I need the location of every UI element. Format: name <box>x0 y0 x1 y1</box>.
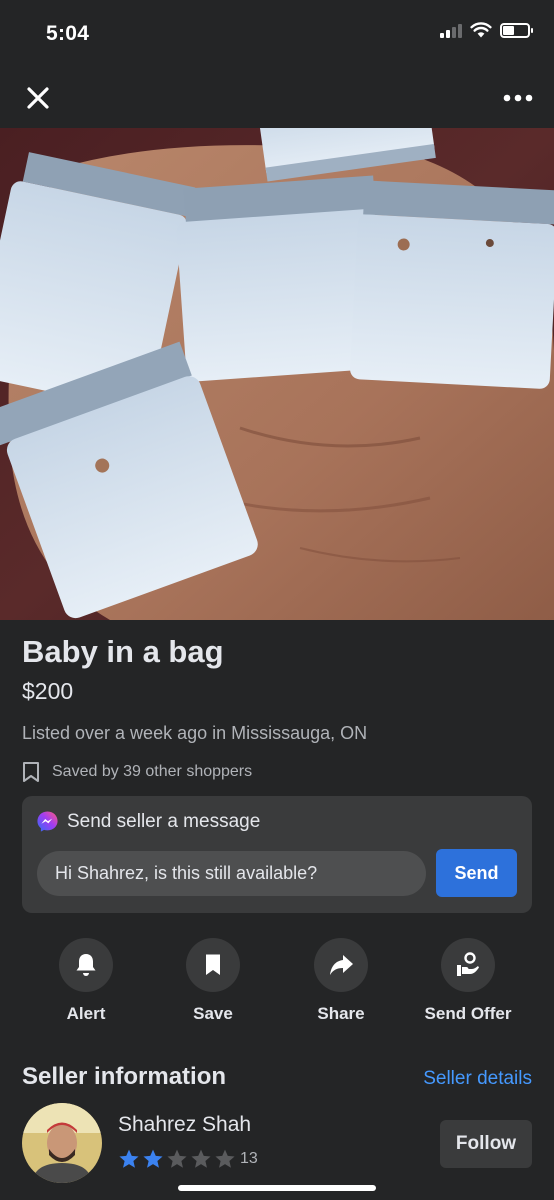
close-button[interactable] <box>18 78 58 118</box>
seller-info-heading: Seller information <box>22 1063 227 1090</box>
message-heading-row: Send seller a message <box>36 810 260 833</box>
bookmark-outline-icon <box>23 762 39 782</box>
avatar[interactable] <box>22 1103 102 1183</box>
listing-price: $200 <box>22 678 74 704</box>
save-button[interactable] <box>186 938 240 992</box>
wifi-icon <box>470 22 492 38</box>
listing-photo-image <box>0 128 554 620</box>
saved-count-row: Saved by 39 other shoppers <box>22 761 252 783</box>
action-row: Alert Save Share Send Offer <box>0 938 554 1028</box>
cellular-signal-icon <box>440 22 462 38</box>
status-icons <box>440 22 533 38</box>
star-filled-icon <box>143 1149 163 1168</box>
messenger-icon <box>37 811 58 832</box>
message-heading: Send seller a message <box>67 810 261 832</box>
message-input[interactable]: Hi Shahrez, is this still available? <box>37 851 426 896</box>
rating-count: 13 <box>240 1150 258 1167</box>
star-empty-icon <box>215 1149 235 1168</box>
share-button[interactable] <box>314 938 368 992</box>
listing-location: Listed over a week ago in Mississauga, O… <box>22 723 368 743</box>
star-empty-icon <box>191 1149 211 1168</box>
save-label: Save <box>193 1004 233 1023</box>
alert-action[interactable]: Alert <box>26 938 146 1024</box>
seller-rating: 13 <box>118 1148 258 1170</box>
close-icon <box>27 87 49 109</box>
status-time: 5:04 <box>46 22 90 45</box>
message-seller-card: Send seller a message Hi Shahrez, is thi… <box>22 796 532 913</box>
star-filled-icon <box>119 1149 139 1168</box>
follow-button[interactable]: Follow <box>440 1120 532 1168</box>
share-label: Share <box>317 1004 365 1023</box>
save-action[interactable]: Save <box>153 938 273 1024</box>
send-offer-label: Send Offer <box>424 1004 512 1023</box>
alert-button[interactable] <box>59 938 113 992</box>
seller-avatar-image <box>22 1103 102 1183</box>
saved-count-text: Saved by 39 other shoppers <box>52 763 253 780</box>
bookmark-icon <box>206 954 220 975</box>
seller-details-link[interactable]: Seller details <box>423 1068 532 1090</box>
hand-offer-icon <box>457 952 479 976</box>
share-arrow-icon <box>330 955 353 975</box>
send-offer-action[interactable]: Send Offer <box>408 938 528 1024</box>
send-button[interactable]: Send <box>436 849 517 897</box>
battery-icon <box>500 22 533 38</box>
bell-icon <box>76 954 96 976</box>
more-options-button[interactable] <box>498 78 538 118</box>
seller-name[interactable]: Shahrez Shah <box>118 1113 251 1137</box>
top-nav <box>0 70 554 128</box>
listing-photo[interactable] <box>0 128 554 620</box>
share-action[interactable]: Share <box>281 938 401 1024</box>
more-dots-icon <box>503 94 533 102</box>
star-empty-icon <box>167 1149 187 1168</box>
home-indicator[interactable] <box>178 1185 376 1191</box>
send-offer-button[interactable] <box>441 938 495 992</box>
status-bar: 5:04 <box>0 0 554 70</box>
alert-label: Alert <box>66 1004 106 1023</box>
listing-title: Baby in a bag <box>22 634 224 669</box>
